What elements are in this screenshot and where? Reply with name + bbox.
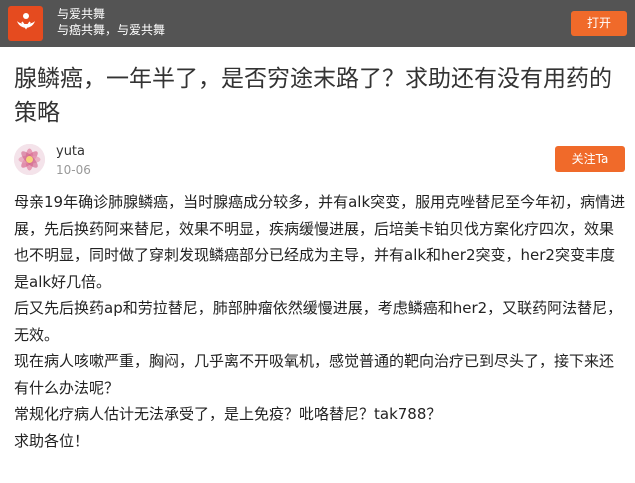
post-paragraph: 常规化疗病人估计无法承受了，是上免疫？吡咯替尼？tak788？ — [14, 405, 442, 423]
app-slogan: 与癌共舞，与爱共舞 — [57, 23, 166, 37]
post-date: 10-06 — [56, 163, 91, 177]
follow-button[interactable]: 关注Ta — [555, 146, 625, 172]
post-paragraph: 现在病人咳嗽严重，胸闷，几乎离不开吸氧机，感觉普通的靶向治疗已到尽头了，接下来还… — [14, 352, 615, 397]
post-content: 母亲19年确诊肺腺鳞癌，当时腺癌成分较多，并有alk突变，服用克唑替尼至今年初，… — [14, 189, 626, 454]
flower-avatar-icon — [14, 144, 45, 175]
app-download-banner: 与爱共舞 与癌共舞，与爱共舞 打开 — [0, 0, 635, 47]
post-paragraph: 母亲19年确诊肺腺鳞癌，当时腺癌成分较多，并有alk突变，服用克唑替尼至今年初，… — [14, 193, 626, 291]
post-title: 腺鳞癌，一年半了，是否穷途末路了？求助还有没有用药的策略 — [14, 66, 612, 126]
post-paragraph: 后又先后换药ap和劳拉替尼，肺部肿瘤依然缓慢进展，考虑鳞癌和her2，又联药阿法… — [14, 299, 623, 344]
open-app-button[interactable]: 打开 — [571, 11, 627, 36]
app-logo[interactable] — [8, 6, 43, 41]
avatar[interactable] — [14, 144, 45, 175]
post-paragraph: 求助各位！ — [14, 431, 90, 450]
logo-icon — [14, 10, 38, 38]
author-username[interactable]: yuta — [56, 144, 85, 160]
app-name: 与爱共舞 — [57, 7, 106, 21]
